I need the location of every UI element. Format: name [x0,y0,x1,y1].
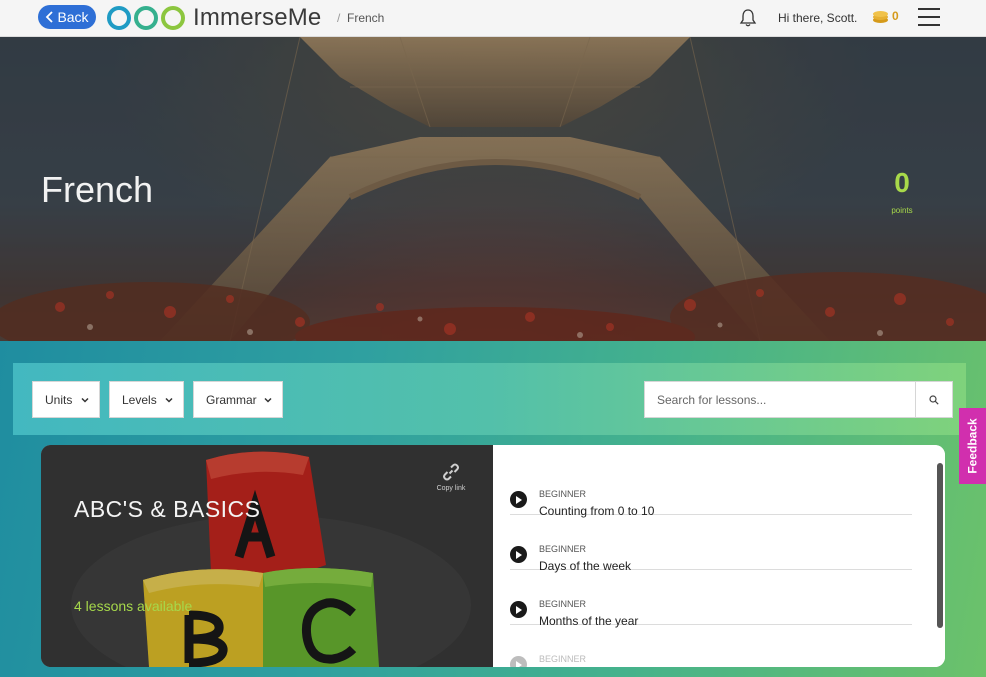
units-dropdown[interactable]: Units [32,381,100,418]
search-button[interactable] [915,381,953,418]
points-label: points [891,206,913,215]
coin-count: 0 [892,9,899,23]
play-icon[interactable] [510,601,527,618]
hero-banner: French 0 points [0,37,986,341]
lesson-level: BEGINNER [539,489,587,499]
lesson-list-scrollbar[interactable] [937,463,943,628]
unit-title: ABC'S & BASICS [74,496,261,522]
grammar-dropdown[interactable]: Grammar [193,381,283,418]
unit-card-cover[interactable]: ABC'S & BASICS 4 lessons available Copy … [41,445,493,667]
breadcrumb-separator: / [337,11,341,25]
page-title: French [41,169,154,210]
lesson-level: BEGINNER [539,544,587,554]
search-input[interactable] [644,381,916,418]
brand-logo[interactable]: ImmerseMe [105,4,321,32]
lesson-list: BEGINNER Counting from 0 to 10 BEGINNER … [493,445,945,667]
lesson-item[interactable]: BEGINNER Days of the week [510,515,912,573]
bell-icon[interactable] [738,8,758,28]
copy-link-button[interactable]: Copy link [431,463,471,492]
play-icon[interactable] [510,656,527,667]
play-icon[interactable] [510,491,527,508]
abc-blocks-image [41,445,493,667]
lesson-level: BEGINNER [539,654,587,664]
top-nav: Back ImmerseMe / French Hi there, Scott.… [0,0,986,37]
chevron-down-icon [81,397,89,403]
lesson-item[interactable]: BEGINNER [510,625,912,667]
hamburger-menu-icon[interactable] [918,8,940,27]
brand-name: ImmerseMe [193,4,322,31]
breadcrumb-current[interactable]: French [347,11,384,25]
levels-dropdown[interactable]: Levels [109,381,184,418]
lessons-available-count: 4 lessons available [74,598,193,614]
unit-card: ABC'S & BASICS 4 lessons available Copy … [41,445,945,667]
chevron-down-icon [264,397,272,403]
lesson-item[interactable]: BEGINNER Months of the year [510,570,912,628]
user-greeting[interactable]: Hi there, Scott. [778,11,857,25]
play-icon[interactable] [510,546,527,563]
levels-dropdown-label: Levels [122,392,157,407]
units-dropdown-label: Units [45,392,73,407]
link-icon [443,463,459,481]
coin-icon [873,11,888,23]
logo-infinity-icon [107,6,185,30]
lesson-item[interactable]: BEGINNER Counting from 0 to 10 [510,460,912,518]
back-button[interactable]: Back [38,5,96,29]
lesson-level: BEGINNER [539,599,587,609]
search-icon [929,394,939,405]
feedback-label: Feedback [965,418,980,474]
back-button-label: Back [57,9,89,25]
grammar-dropdown-label: Grammar [206,392,257,407]
copy-link-label: Copy link [436,485,466,492]
feedback-tab[interactable]: Feedback [959,408,986,484]
chevron-down-icon [165,397,173,403]
chevron-left-icon [46,11,54,23]
points-value: 0 [894,167,910,198]
